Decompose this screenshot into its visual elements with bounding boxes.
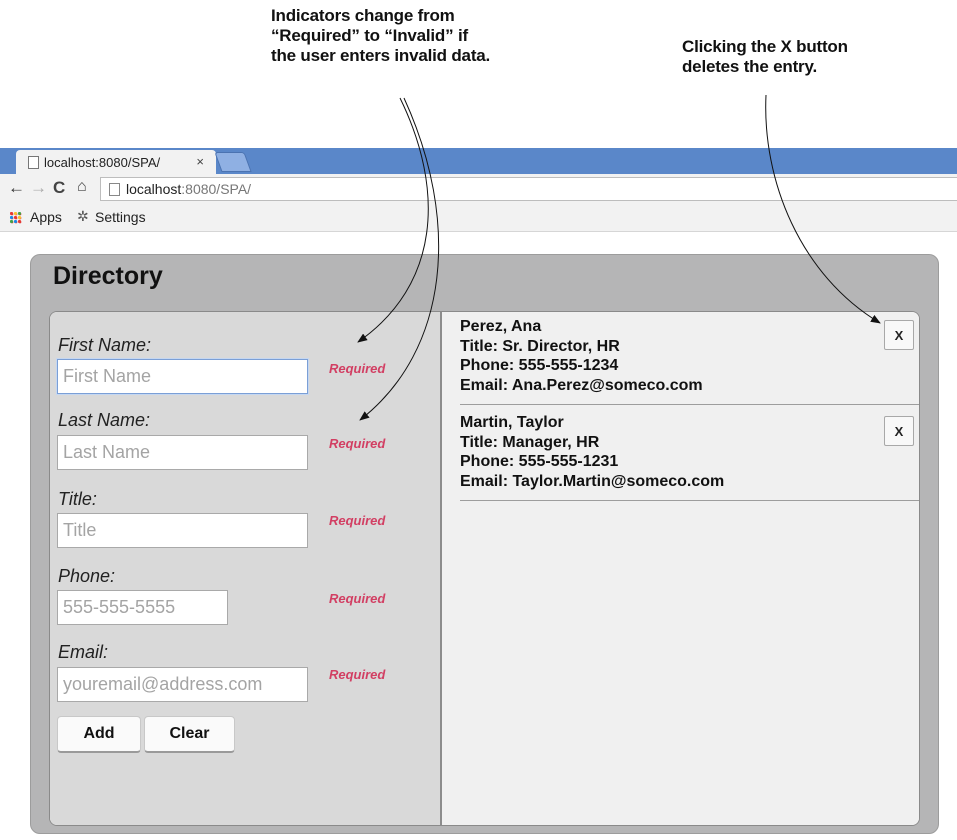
browser-tabstrip: localhost:8080/SPA/ × (0, 148, 957, 174)
entry-title: Title: Manager, HR (460, 433, 600, 451)
first-name-status: Required (329, 361, 386, 376)
browser-tab[interactable]: localhost:8080/SPA/ × (16, 150, 216, 174)
entry-email: Email: Taylor.Martin@someco.com (460, 472, 725, 490)
bookmark-settings[interactable]: Settings (95, 209, 146, 225)
entry-phone: Phone: 555-555-1234 (460, 357, 619, 374)
page-icon (109, 182, 120, 196)
phone-input[interactable] (57, 590, 228, 625)
forward-arrow-icon[interactable]: → (30, 178, 47, 198)
gear-icon: ✲ (77, 208, 89, 224)
title-label: Title: (58, 489, 97, 509)
entry-phone: Phone: 555-555-1231 (460, 453, 619, 470)
url-path: :8080/SPA/ (181, 181, 252, 197)
email-input[interactable] (57, 667, 308, 702)
entry-form: First Name: Required Last Name: Required… (50, 312, 442, 825)
annotation-line: the user enters invalid data. (271, 46, 491, 65)
bookmark-apps[interactable]: Apps (30, 209, 62, 225)
page-icon (28, 155, 39, 169)
last-name-status: Required (329, 436, 386, 451)
title-input[interactable] (57, 513, 308, 548)
delete-entry-button[interactable]: X (884, 416, 914, 446)
directory-entry: Martin, Taylor Title: Manager, HR Phone:… (460, 413, 919, 501)
phone-status: Required (329, 591, 386, 606)
annotation-line: Clicking the X button (682, 37, 848, 56)
directory-panel: First Name: Required Last Name: Required… (49, 311, 920, 826)
address-bar[interactable]: localhost:8080/SPA/ (100, 177, 957, 201)
directory-list: Perez, Ana Title: Sr. Director, HR Phone… (444, 312, 919, 825)
add-button[interactable]: Add (57, 716, 141, 753)
delete-entry-button[interactable]: X (884, 320, 914, 350)
page-title: Directory (53, 262, 163, 290)
phone-label: Phone: (58, 566, 116, 586)
email-label: Email: (58, 642, 109, 662)
annotation-line: “Required” to “Invalid” if (271, 26, 468, 45)
close-tab-icon[interactable]: × (196, 154, 204, 169)
clear-button[interactable]: Clear (144, 716, 235, 753)
new-tab-button[interactable] (214, 152, 252, 172)
last-name-input[interactable] (57, 435, 308, 470)
email-status: Required (329, 667, 386, 682)
annotation-required-indicators: Indicators change from “Required” to “In… (271, 6, 490, 66)
directory-app: Directory First Name: Required Last Name… (30, 254, 939, 834)
url-host: localhost (126, 181, 182, 197)
entry-title: Title: Sr. Director, HR (460, 337, 620, 355)
home-icon[interactable]: ⌂ (77, 178, 87, 196)
reload-icon[interactable]: C (53, 178, 65, 198)
back-arrow-icon[interactable]: ← (8, 178, 25, 198)
annotation-delete-button: Clicking the X button deletes the entry. (682, 37, 848, 77)
apps-grid-icon[interactable] (10, 212, 22, 224)
annotation-line: deletes the entry. (682, 57, 817, 76)
last-name-label: Last Name: (58, 410, 151, 430)
first-name-input[interactable] (57, 359, 308, 394)
bookmarks-bar: Apps ✲ Settings (0, 204, 957, 232)
directory-entry: Perez, Ana Title: Sr. Director, HR Phone… (460, 317, 919, 405)
annotation-line: Indicators change from (271, 6, 455, 25)
title-status: Required (329, 513, 386, 528)
tab-title: localhost:8080/SPA/ (44, 154, 161, 170)
entry-name: Martin, Taylor (460, 414, 564, 431)
browser-toolbar: ← → C ⌂ localhost:8080/SPA/ (0, 174, 957, 204)
first-name-label: First Name: (58, 335, 152, 355)
entry-name: Perez, Ana (460, 318, 542, 335)
entry-email: Email: Ana.Perez@someco.com (460, 376, 703, 394)
